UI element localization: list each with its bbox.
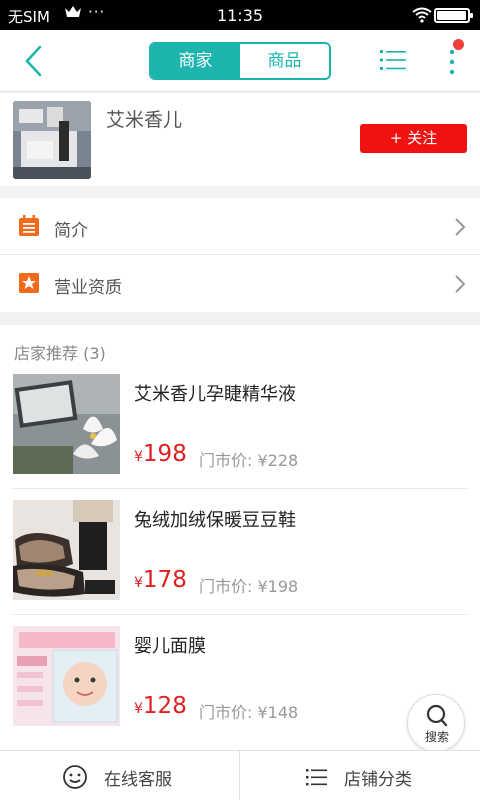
customer-service-button[interactable]: 在线客服 (0, 751, 240, 800)
shop-header: 艾米香儿 + 关注 (0, 93, 480, 186)
menu-item-intro-label: 简介 (54, 221, 88, 241)
menu-item-intro[interactable]: 简介 (0, 198, 480, 255)
product-item[interactable]: 兔绒加绒保暖豆豆鞋 ¥178 门市价: ¥198 (0, 500, 480, 626)
chevron-right-icon (454, 217, 466, 237)
search-icon (424, 703, 450, 729)
product-image (13, 500, 120, 600)
section-title: 店家推荐 (3) (14, 344, 106, 363)
shop-category-button[interactable]: 店铺分类 (240, 751, 480, 800)
segment-shop[interactable]: 商家 (151, 44, 240, 78)
divider (13, 614, 467, 615)
product-item[interactable]: 艾米香儿孕睫精华液 ¥198 门市价: ¥228 (0, 374, 480, 500)
list-icon (304, 764, 330, 790)
license-icon (18, 272, 40, 294)
bottom-bar: 在线客服 店铺分类 (0, 750, 480, 800)
segment-products[interactable]: 商品 (240, 44, 329, 78)
smiley-icon (62, 764, 88, 790)
customer-service-label: 在线客服 (104, 770, 172, 790)
chevron-right-icon (454, 274, 466, 294)
menu-item-license[interactable]: 营业资质 (0, 255, 480, 312)
product-price: ¥198 (134, 441, 187, 467)
top-nav: 商家 商品 (0, 30, 480, 92)
market-price: 门市价: ¥198 (199, 577, 299, 596)
product-name: 兔绒加绒保暖豆豆鞋 (134, 510, 296, 531)
market-price: 门市价: ¥228 (199, 451, 299, 470)
wifi-icon (412, 7, 432, 27)
menu-item-license-label: 营业资质 (54, 278, 122, 298)
clock: 11:35 (216, 6, 264, 25)
follow-button[interactable]: + 关注 (360, 124, 467, 153)
product-name: 婴儿面膜 (134, 636, 206, 657)
list-icon[interactable] (380, 48, 406, 72)
recommended-products: 店家推荐 (3) 艾米香儿孕睫精华液 ¥198 门市价: ¥228 兔绒加绒保暖… (0, 325, 480, 750)
shop-avatar (13, 101, 91, 179)
divider (13, 488, 467, 489)
back-icon[interactable] (20, 44, 50, 78)
product-price: ¥128 (134, 693, 187, 719)
battery-level (437, 11, 466, 20)
search-button[interactable]: 搜索 (407, 694, 465, 752)
search-button-label: 搜索 (424, 730, 449, 744)
battery-icon (434, 8, 473, 23)
product-name: 艾米香儿孕睫精华液 (134, 384, 296, 405)
shop-category-label: 店铺分类 (344, 770, 412, 790)
shop-name: 艾米香儿 (106, 109, 183, 131)
status-bar: 无SIM ··· 11:35 (0, 0, 480, 30)
product-image (13, 626, 120, 726)
shop-page: 无SIM ··· 11:35 商家 商品 艾米香儿 + 关注 简介 营业资质 店… (0, 0, 480, 800)
product-image (13, 374, 120, 474)
segment-control: 商家 商品 (149, 42, 331, 80)
intro-icon (18, 215, 40, 237)
shop-info-menu: 简介 营业资质 (0, 198, 480, 312)
market-price: 门市价: ¥148 (199, 703, 299, 722)
notification-dot (453, 39, 464, 50)
product-price: ¥178 (134, 567, 187, 593)
